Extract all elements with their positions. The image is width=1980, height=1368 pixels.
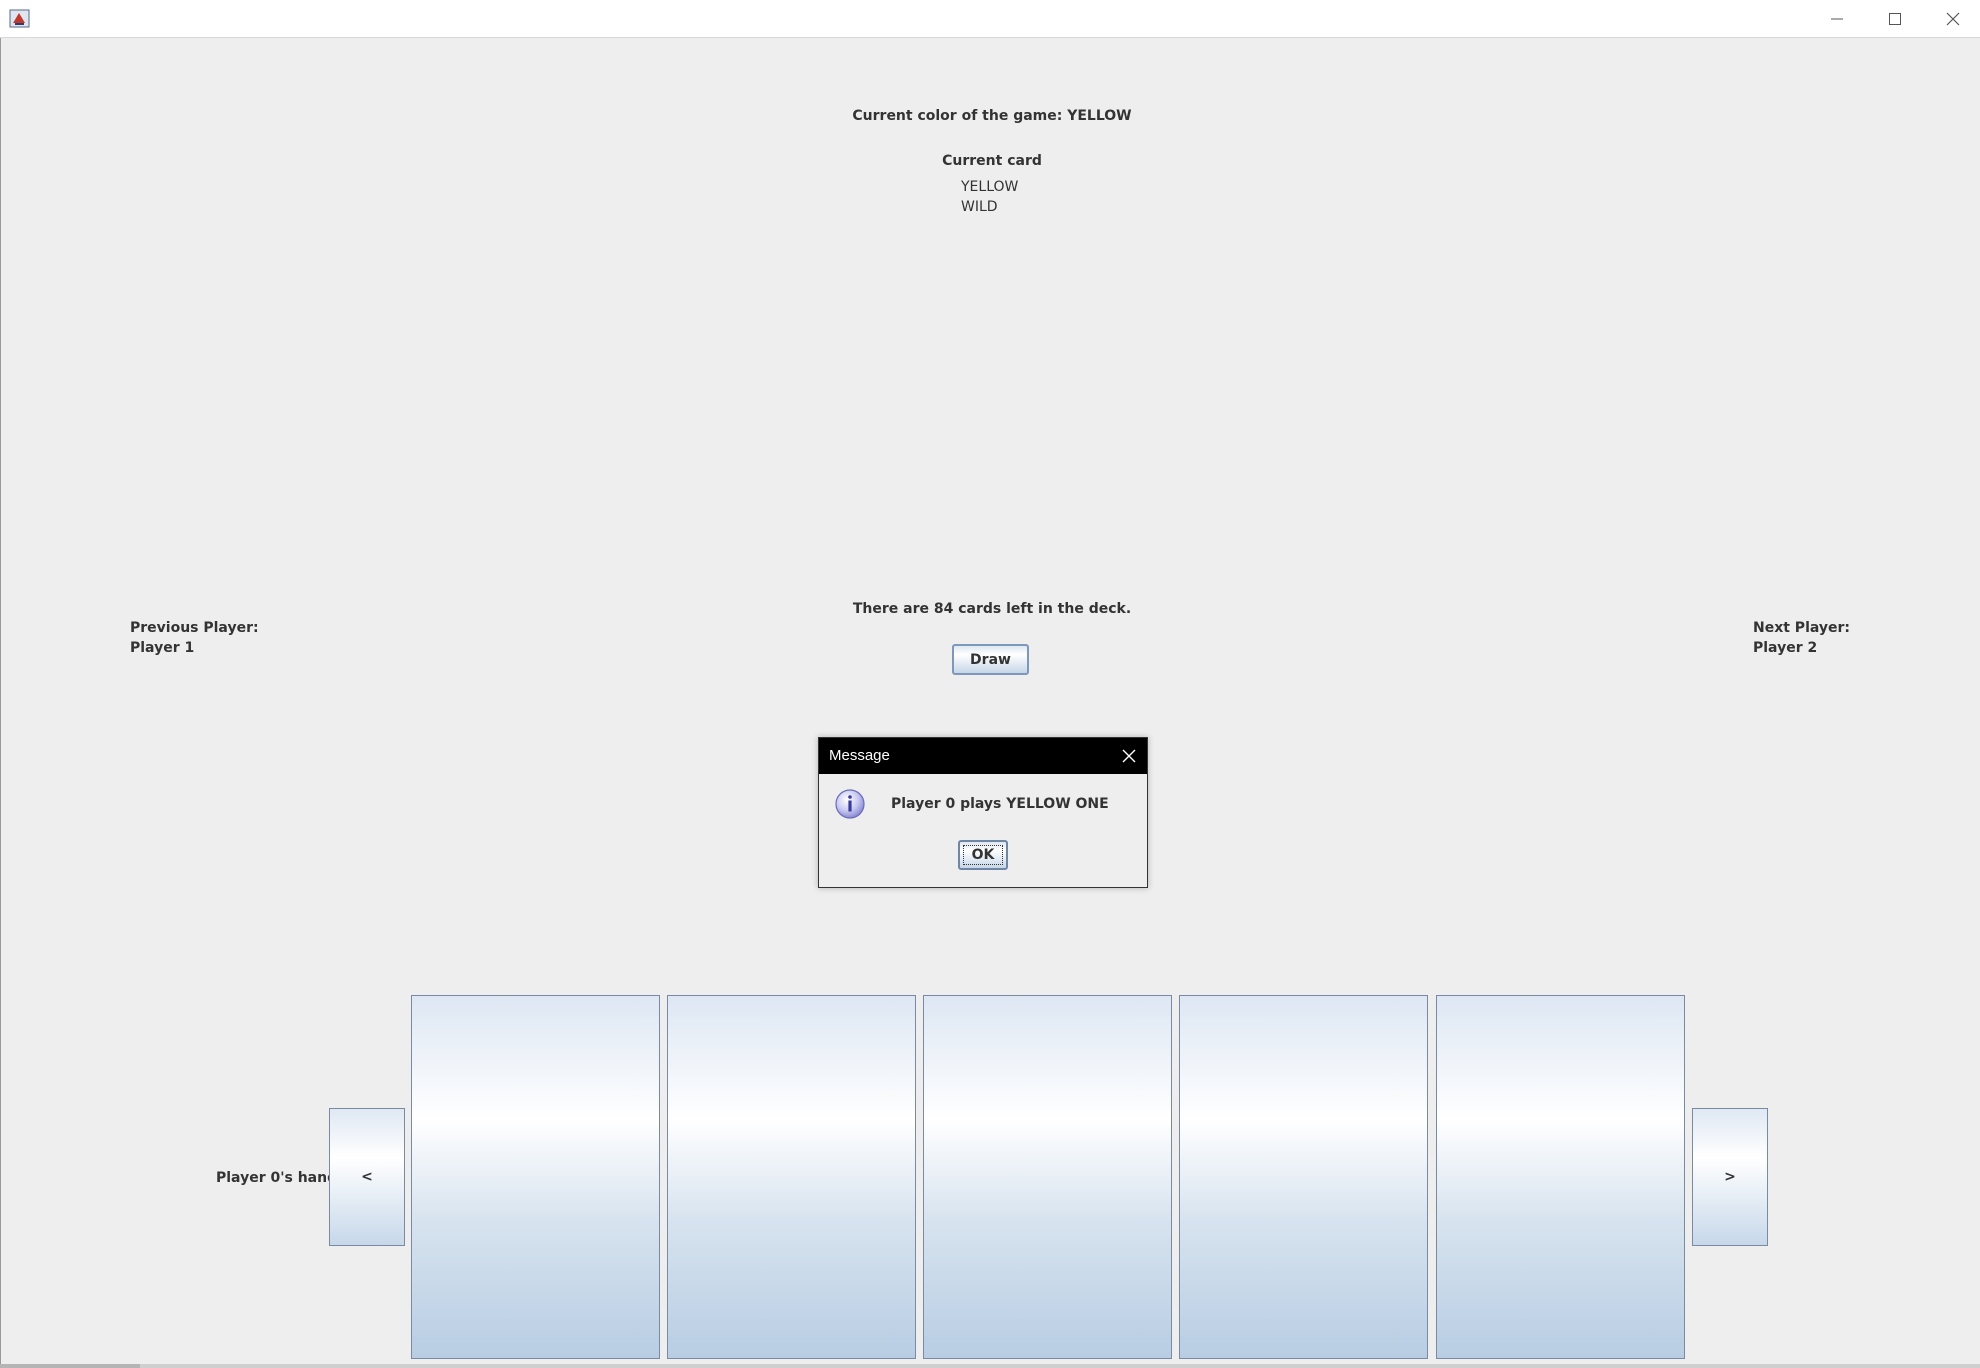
title-bar <box>0 0 1980 38</box>
close-icon <box>1122 749 1136 763</box>
dialog-message: Player 0 plays YELLOW ONE <box>891 796 1109 812</box>
ok-button[interactable]: OK <box>958 840 1008 870</box>
minimize-button[interactable] <box>1808 0 1866 37</box>
maximize-icon <box>1889 12 1901 25</box>
current-card-color: YELLOW <box>961 179 1019 195</box>
deck-count-label: There are 84 cards left in the deck. <box>852 601 1132 617</box>
hand-card[interactable] <box>923 995 1172 1359</box>
current-color-label: Current color of the game: YELLOW <box>852 108 1132 124</box>
hand-card[interactable] <box>1179 995 1428 1359</box>
dialog-title-bar: Message <box>819 738 1147 774</box>
next-player-name: Player 2 <box>1753 640 1818 656</box>
current-card-value: WILD <box>961 199 998 215</box>
current-card-label: Current card <box>942 153 1042 169</box>
close-icon <box>1946 12 1960 25</box>
message-dialog: Message Player 0 plays YELLOW ONE OK <box>818 737 1148 888</box>
hand-card[interactable] <box>411 995 660 1359</box>
dialog-title: Message <box>829 747 890 764</box>
window-edge <box>0 38 1 1368</box>
draw-button[interactable]: Draw <box>952 644 1029 675</box>
next-player-label: Next Player: <box>1753 620 1851 636</box>
hand-card[interactable] <box>667 995 916 1359</box>
hand-prev-button[interactable]: < <box>329 1108 405 1246</box>
dialog-close-button[interactable] <box>1117 744 1141 768</box>
minimize-icon <box>1831 18 1843 19</box>
hand-label: Player 0's hand <box>216 1170 338 1186</box>
previous-player-label: Previous Player: <box>130 620 259 636</box>
java-app-icon <box>9 9 30 28</box>
info-icon <box>835 789 865 819</box>
close-button[interactable] <box>1924 0 1980 37</box>
hand-card[interactable] <box>1436 995 1685 1359</box>
maximize-button[interactable] <box>1866 0 1924 37</box>
window-bottom-edge <box>0 1364 1980 1368</box>
previous-player-name: Player 1 <box>130 640 195 656</box>
hand-next-button[interactable]: > <box>1692 1108 1768 1246</box>
